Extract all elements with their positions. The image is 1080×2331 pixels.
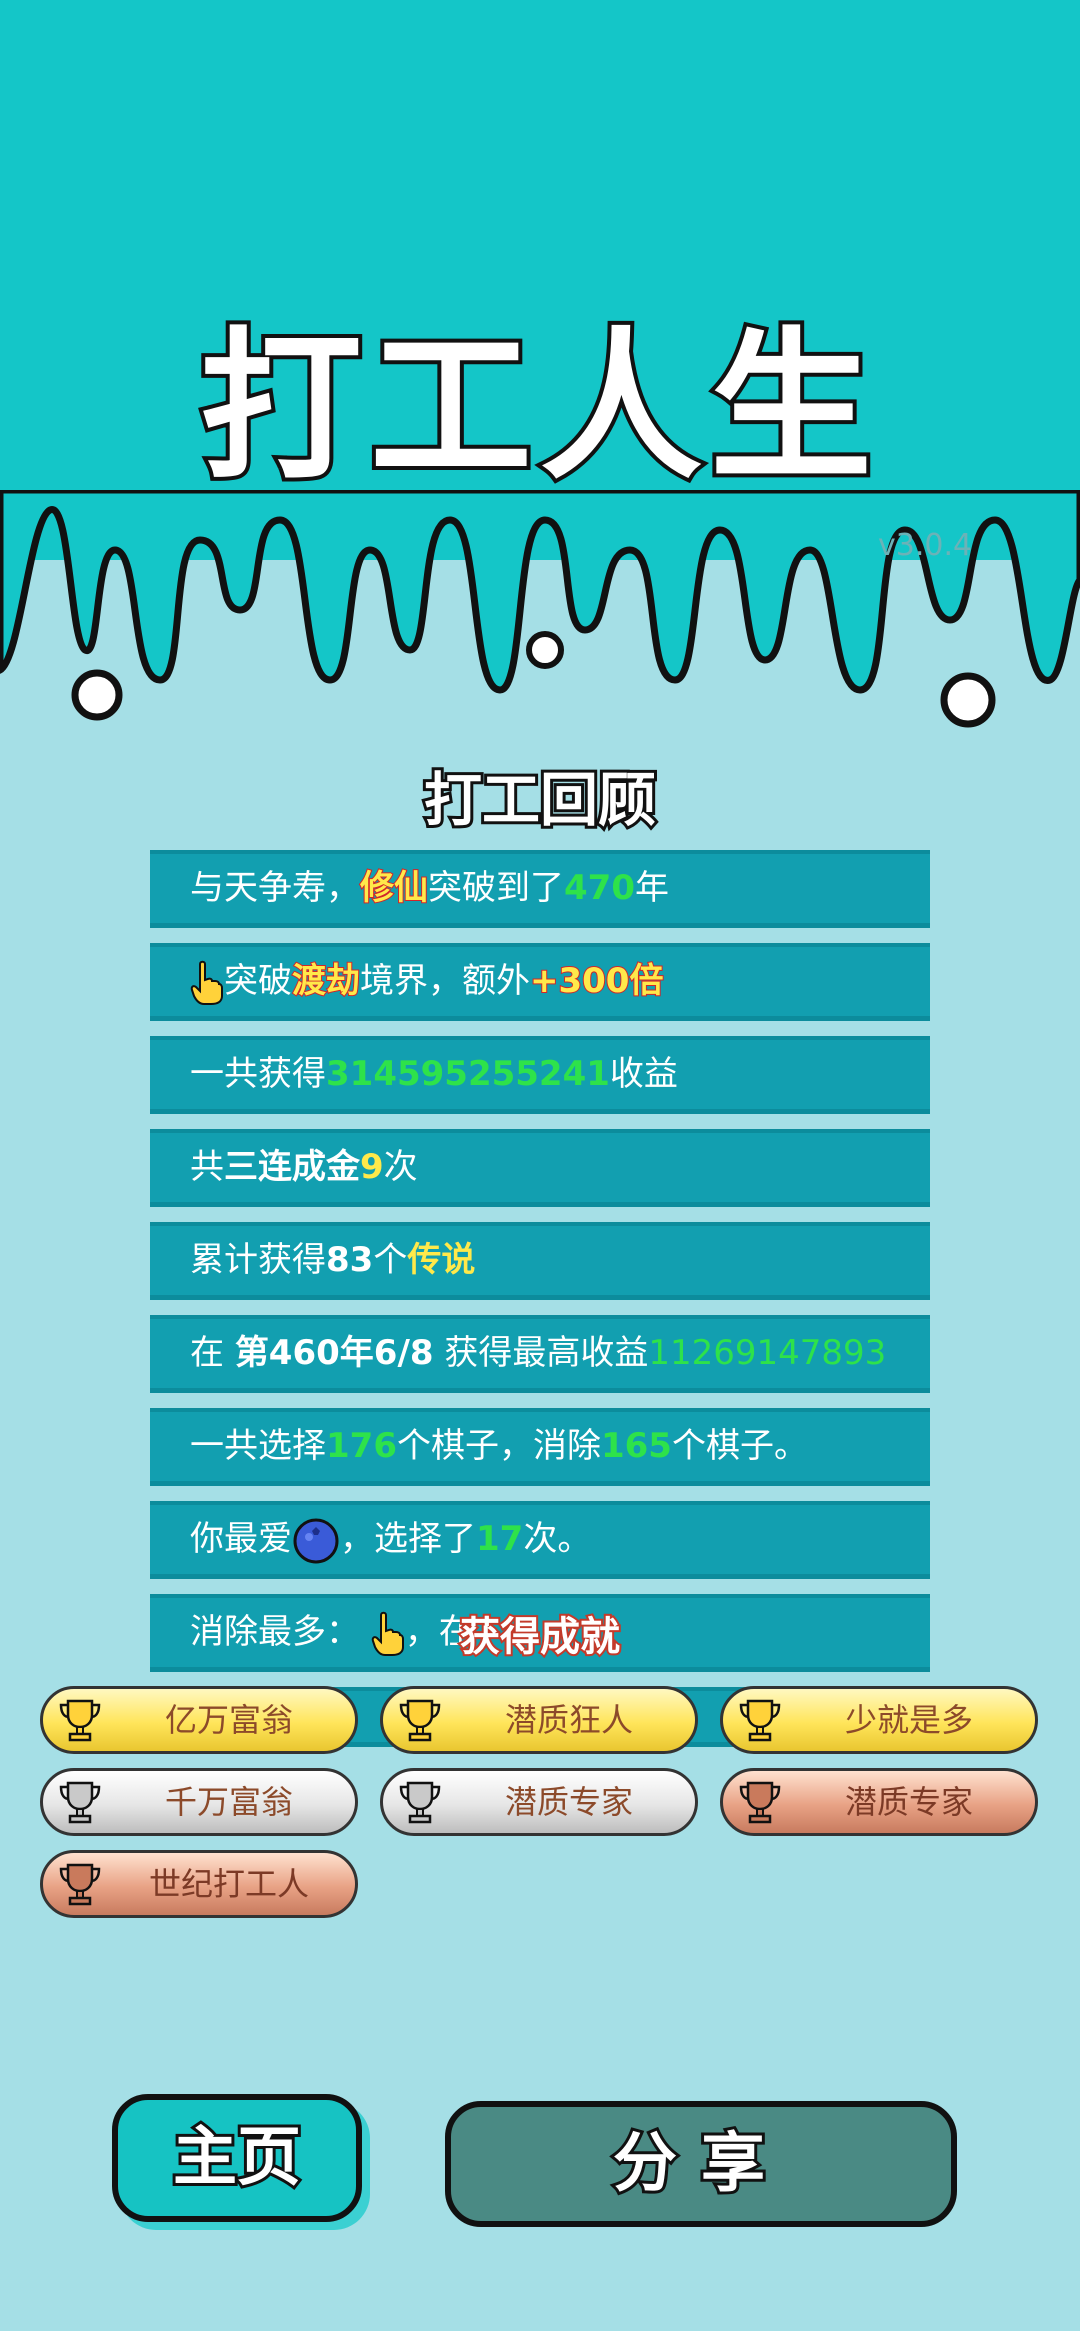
achievement-label: 潜质狂人: [504, 1701, 633, 1739]
achievement-badge[interactable]: 亿万富翁: [40, 1686, 358, 1754]
bronze-trophy-icon: [59, 1863, 101, 1906]
review-title: 打工回顾: [421, 763, 659, 837]
achievement-badge[interactable]: 千万富翁: [40, 1768, 358, 1836]
achievement-label: 千万富翁: [164, 1783, 293, 1821]
achievement-badge[interactable]: 少就是多: [720, 1686, 1038, 1754]
bronze-trophy-icon: [739, 1781, 781, 1824]
achievement-badge[interactable]: 潜质狂人: [380, 1686, 698, 1754]
achievement-label: 潜质专家: [504, 1783, 633, 1821]
achievement-badge[interactable]: 潜质专家: [380, 1768, 698, 1836]
game-title: 打工人生: [196, 310, 880, 506]
review-row: 与天争寿，修仙突破到了470年: [150, 850, 930, 928]
review-row: 共三连成金9次: [150, 1129, 930, 1207]
blueberry-icon: [293, 1518, 339, 1563]
achievement-badge[interactable]: 世纪打工人: [40, 1850, 358, 1918]
pointing-hand-icon: [371, 1611, 404, 1656]
gold-trophy-icon: [59, 1699, 101, 1742]
achievement-label: 潜质专家: [844, 1783, 973, 1821]
achievement-badge[interactable]: 潜质专家: [720, 1768, 1038, 1836]
home-button[interactable]: 主页: [112, 2094, 362, 2222]
review-row: 在 第460年6/8 获得最高收益11269147893: [150, 1315, 930, 1393]
silver-trophy-icon: [399, 1781, 441, 1824]
share-button[interactable]: 分享: [445, 2101, 957, 2227]
achievement-label: 少就是多: [844, 1701, 973, 1739]
gold-trophy-icon: [739, 1699, 781, 1742]
cultivation-highlight: 修仙: [359, 867, 429, 909]
achievements-heading: 获得成就: [458, 1612, 622, 1662]
gold-trophy-icon: [399, 1699, 441, 1742]
review-row: 你最爱 ，选择了17次。: [150, 1501, 930, 1579]
review-row: 突破渡劫境界，额外+300倍: [150, 943, 930, 1021]
review-row: 一共选择176个棋子，消除165个棋子。: [150, 1408, 930, 1486]
pointing-hand-icon: [190, 960, 223, 1005]
achievement-label: 世纪打工人: [148, 1865, 309, 1903]
version-label: v3.0.4: [878, 528, 973, 563]
review-row: 一共获得314595255241收益: [150, 1036, 930, 1114]
silver-trophy-icon: [59, 1781, 101, 1824]
review-row: 累计获得83个传说: [150, 1222, 930, 1300]
achievement-label: 亿万富翁: [164, 1701, 293, 1739]
